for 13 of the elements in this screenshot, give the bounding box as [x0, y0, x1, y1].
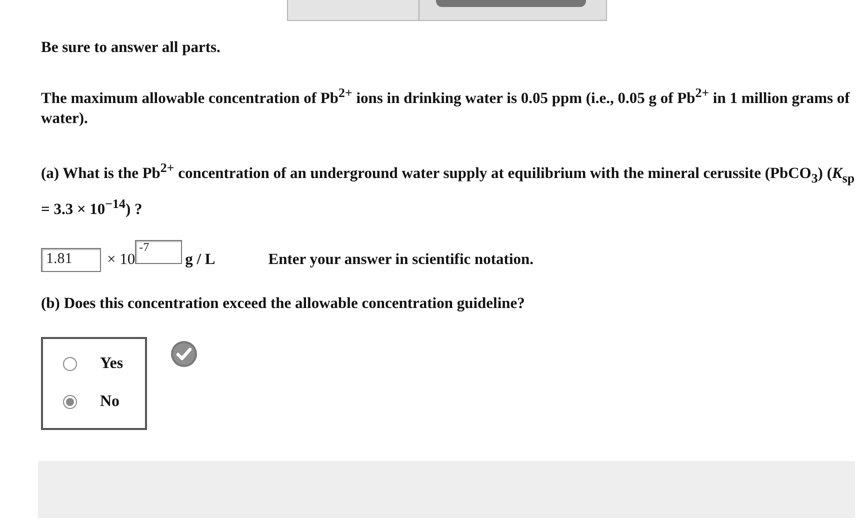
- instructions-text: Be sure to answer all parts.: [41, 38, 222, 58]
- radio-button[interactable]: [63, 395, 77, 410]
- answer-field[interactable]: 1.81: [41, 248, 101, 272]
- question-text: (b) Does this concentration exceed the allowable concentration guideline?: [41, 294, 526, 314]
- exponent-field[interactable]: -7: [135, 240, 182, 264]
- radio-button[interactable]: [63, 357, 77, 372]
- option-label: Yes: [100, 355, 124, 374]
- option-label: No: [100, 393, 120, 412]
- problem-text: The maximum allowable concentration of Pb$^{2+}$ ions in drinking water is 0.05 ppm (i.e., 0.05 g of Pb$^{2+}$ in 1 million grams of water).: [41, 84, 851, 130]
- question-text: (a) What is the Pb$^{2+}$ concentration of an underground water supply at equilibrium with the mineral cerussite (PbCO$_{3}$) (K$_{sp}$ = 3.3 × 10$^{−14}$) ?: [41, 159, 856, 221]
- unit-text: g / L: [185, 250, 216, 270]
- times-ten-text: × 10: [107, 250, 136, 270]
- hint-text: Enter your answer in scientific notation.: [268, 250, 534, 270]
